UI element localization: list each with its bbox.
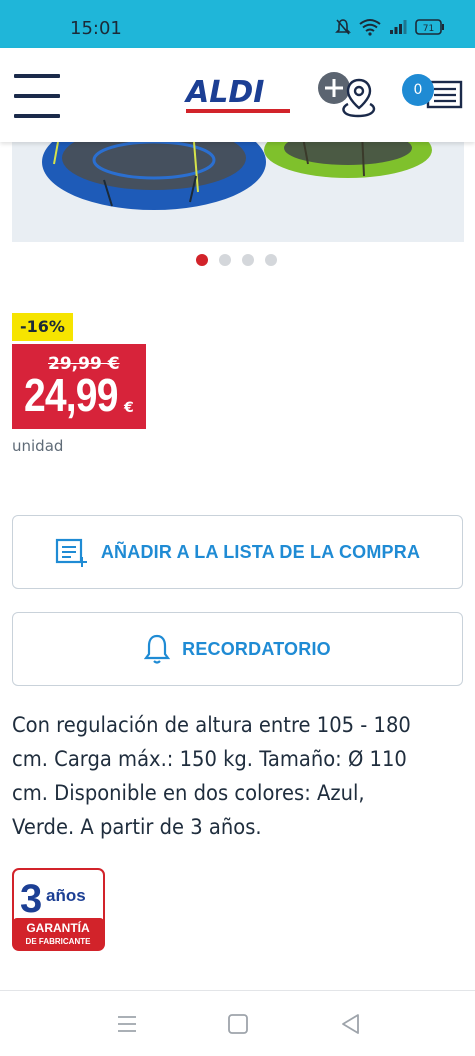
status-time: 15:01 — [70, 18, 122, 39]
unit-label: unidad — [12, 437, 64, 455]
list-add-icon — [55, 538, 87, 567]
app-header: ALDI 0 — [0, 48, 475, 142]
shopping-list-button[interactable]: 0 — [400, 72, 466, 118]
mute-icon — [335, 19, 351, 35]
warranty-line1: GARANTÍA — [26, 920, 90, 935]
battery-level: 71 — [423, 24, 434, 34]
carousel-dot[interactable] — [219, 254, 231, 266]
current-price: 24,99 — [24, 369, 118, 421]
status-icons: 71 — [335, 18, 445, 36]
bell-icon — [144, 634, 171, 664]
logo-underline — [186, 109, 290, 113]
menu-button[interactable] — [14, 74, 60, 118]
hamburger-icon — [14, 74, 60, 78]
warranty-years-label: años — [46, 886, 86, 905]
status-bar: 15:01 71 — [0, 0, 475, 48]
add-store-location-icon — [318, 72, 376, 118]
price-currency: € — [124, 400, 134, 416]
product-swing-illustration — [42, 142, 432, 210]
carousel-dot[interactable] — [242, 254, 254, 266]
store-locator-button[interactable] — [318, 70, 380, 120]
warranty-line2: DE FABRICANTE — [26, 937, 92, 946]
logo-text: ALDI — [186, 75, 265, 110]
carousel-dot[interactable] — [196, 254, 208, 266]
warranty-badge-graphic: 3 años GARANTÍA DE FABRICANTE — [12, 868, 105, 951]
cart-count-badge: 0 — [402, 74, 434, 106]
add-to-list-label: AÑADIR A LA LISTA DE LA COMPRA — [100, 541, 421, 562]
warranty-badge: 3 años GARANTÍA DE FABRICANTE — [12, 868, 105, 951]
recent-apps-icon[interactable] — [114, 1011, 140, 1037]
product-image[interactable] — [12, 142, 464, 242]
product-description: Con regulación de altura entre 105 - 180… — [12, 713, 411, 839]
hamburger-line — [14, 114, 60, 118]
aldi-logo[interactable]: ALDI — [186, 75, 292, 113]
reminder-button[interactable]: RECORDATORIO — [12, 612, 463, 686]
add-to-shopping-list-button[interactable]: AÑADIR A LA LISTA DE LA COMPRA — [12, 515, 463, 589]
warranty-years-number: 3 — [20, 877, 42, 921]
back-icon[interactable] — [338, 1011, 364, 1037]
carousel-dot[interactable] — [265, 254, 277, 266]
home-icon[interactable] — [225, 1011, 251, 1037]
wifi-icon — [359, 19, 381, 36]
discount-badge: -16% — [12, 313, 73, 341]
hamburger-line — [14, 94, 60, 98]
carousel-dots — [196, 254, 277, 266]
signal-icon — [390, 20, 407, 34]
price-box: 29,99 € 24,99 € — [12, 344, 146, 429]
battery-icon: 71 — [415, 19, 444, 35]
reminder-label: RECORDATORIO — [182, 638, 331, 659]
system-navigation-bar — [0, 990, 475, 1056]
